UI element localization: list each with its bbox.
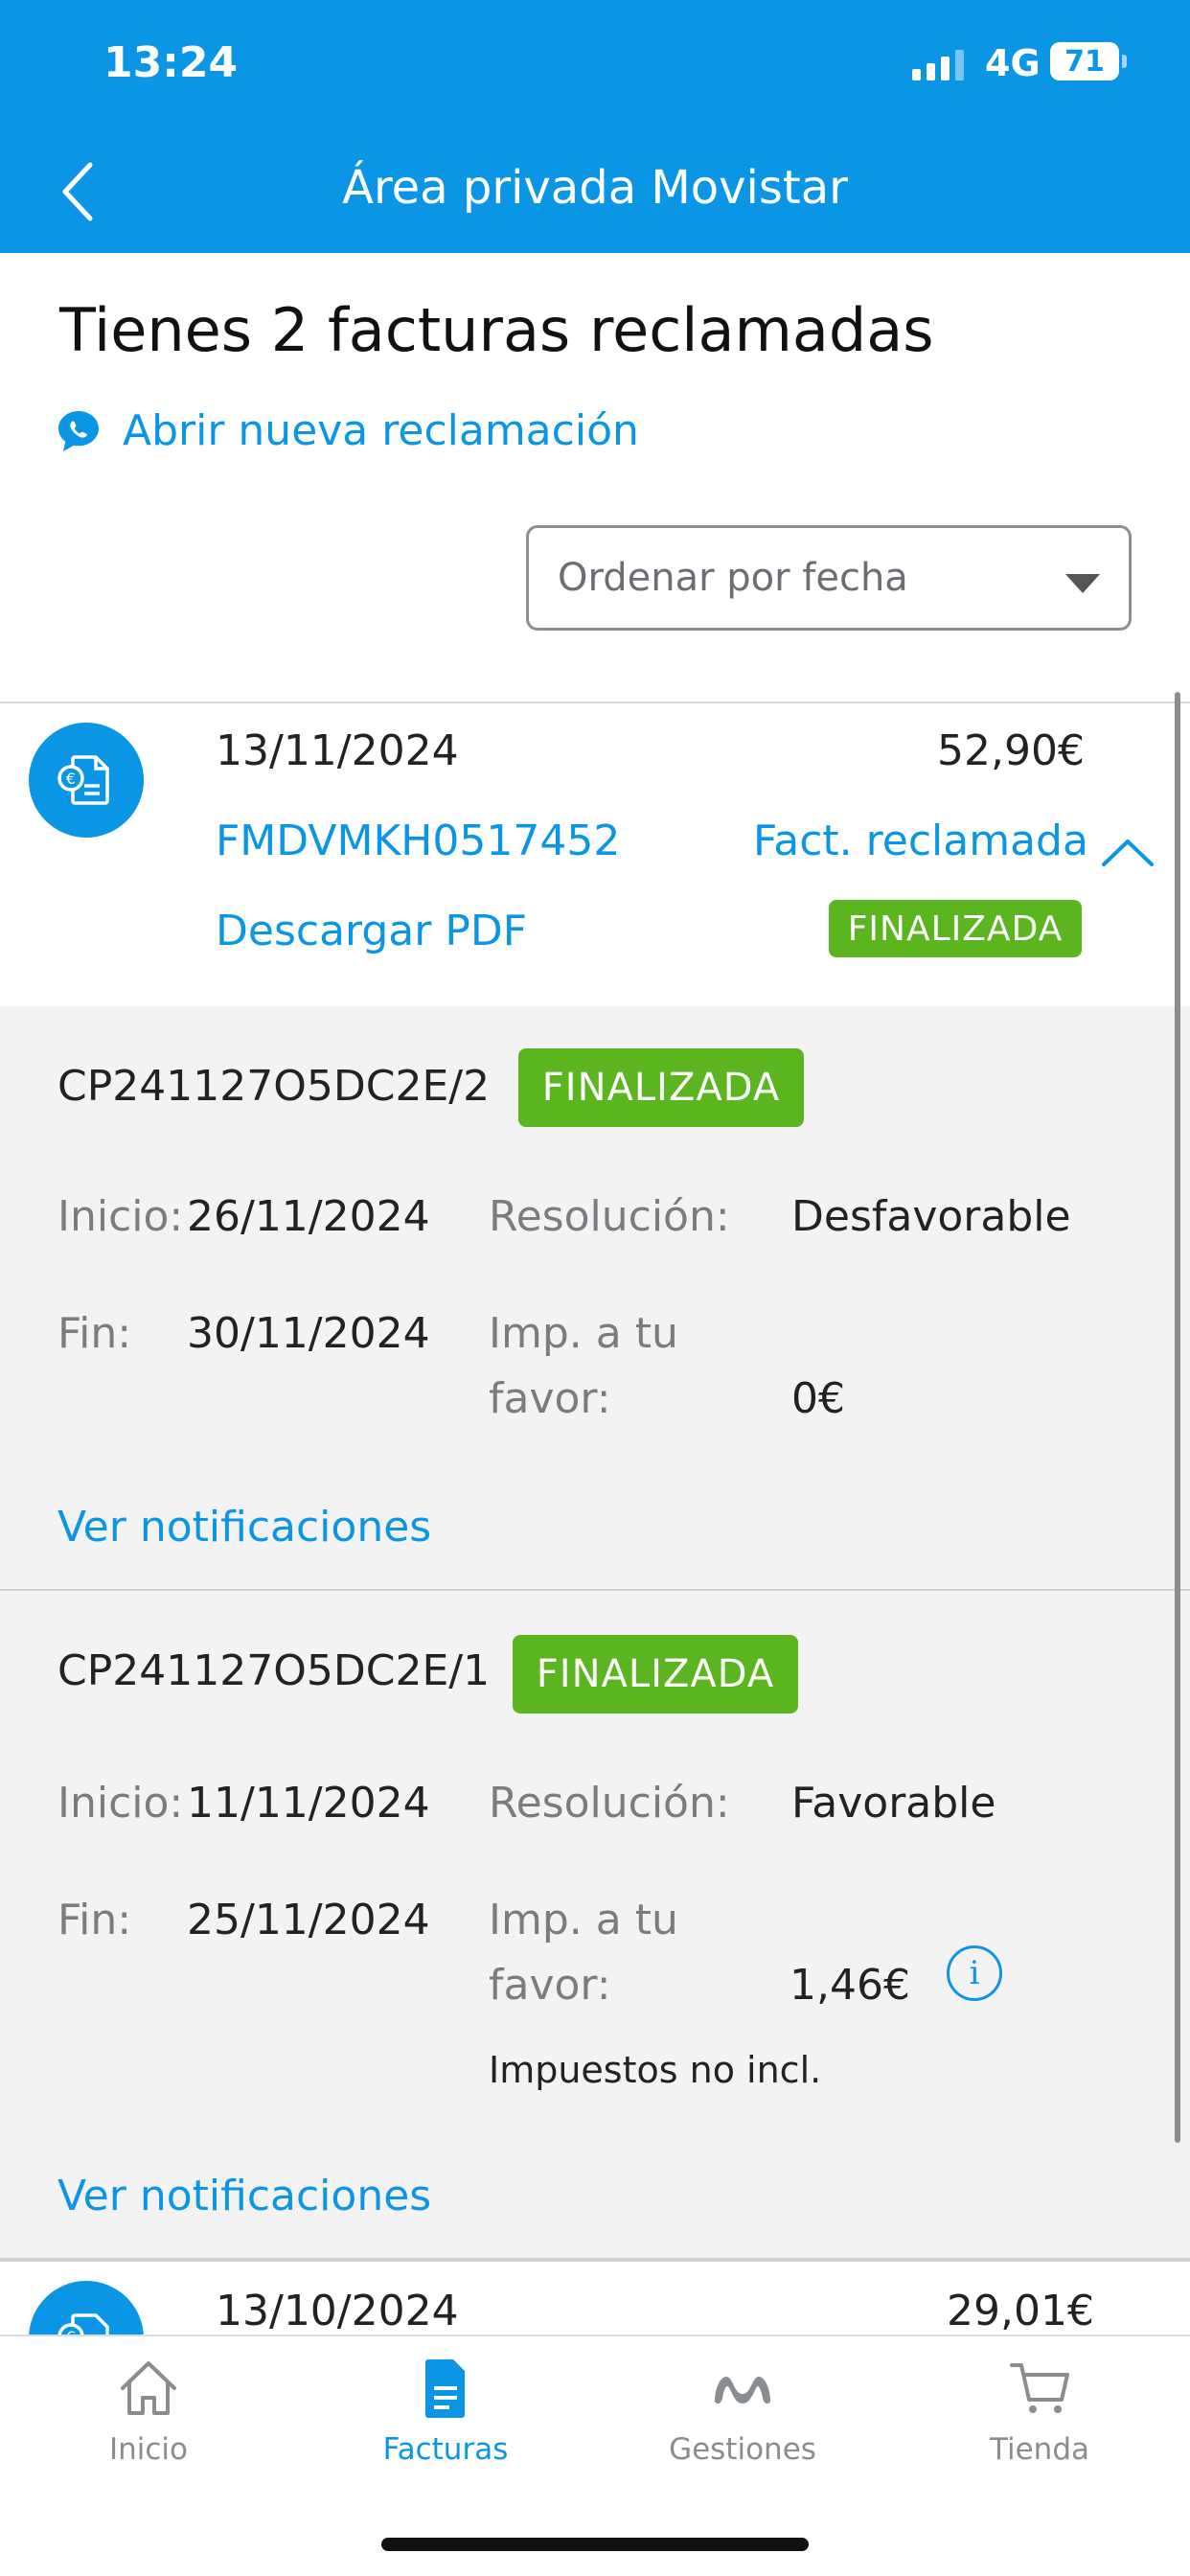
invoice-number-link[interactable]: FMDVMKH0517452 [216,816,620,865]
tab-facturas-label: Facturas [382,2432,509,2467]
tab-gestiones-label: Gestiones [669,2432,816,2467]
amount-label: Imp. a tu [489,1896,678,1944]
resolution-label: Resolución: [489,1779,730,1828]
claims-heading: Tienes 2 facturas reclamadas [59,295,934,365]
end-date: 25/11/2024 [187,1896,430,1944]
home-indicator [381,2538,809,2551]
start-date: 26/11/2024 [187,1192,430,1241]
page-title: Área privada Movistar [342,161,848,215]
tab-gestiones[interactable]: Gestiones [594,2354,891,2467]
tab-tienda[interactable]: Tienda [891,2354,1188,2467]
scrollbar[interactable] [1175,692,1180,2143]
start-date: 11/11/2024 [187,1779,430,1828]
end-date: 30/11/2024 [187,1309,430,1358]
view-notifications-link[interactable]: Ver notificaciones [57,1503,431,1552]
claim-id: CP241127O5DC2E/2 [57,1062,491,1111]
home-icon [121,2361,176,2415]
claimed-invoice-toggle[interactable]: Fact. reclamada [753,816,1088,865]
sort-select-value: Ordenar por fecha [558,556,908,600]
end-label: Fin: [57,1896,132,1944]
movistar-icon [715,2377,770,2404]
signal-icon [912,50,964,80]
invoice-date: 13/10/2024 [216,2287,459,2335]
tax-note: Impuestos no incl. [489,2049,822,2091]
status-badge: FINALIZADA [829,900,1082,957]
invoice-amount: 52,90€ [937,726,1085,775]
invoice-amount: 29,01€ [947,2287,1094,2335]
divider [0,702,1190,703]
amount-label-2: favor: [489,1374,611,1423]
divider [0,2258,1190,2262]
tab-tienda-label: Tienda [990,2432,1089,2467]
info-icon[interactable]: i [947,1945,1002,2001]
claim-id: CP241127O5DC2E/1 [57,1646,491,1695]
chevron-up-icon[interactable] [1100,836,1156,870]
amount-value: 1,46€ [790,1961,910,2010]
tab-inicio-label: Inicio [108,2432,189,2467]
status-badge: FINALIZADA [518,1048,804,1127]
amount-value: 0€ [791,1374,845,1423]
status-time: 13:24 [103,38,239,87]
start-label: Inicio: [57,1192,184,1241]
end-label: Fin: [57,1309,132,1358]
download-pdf-link[interactable]: Descargar PDF [216,907,527,955]
sort-select[interactable]: Ordenar por fecha [526,525,1132,631]
network-type: 4G [985,42,1041,84]
new-claim-link[interactable]: Abrir nueva reclamación [56,406,639,455]
amount-label: Imp. a tu [489,1309,678,1358]
resolution-value: Favorable [791,1779,996,1828]
resolution-value: Desfavorable [791,1192,1071,1241]
svg-text:€: € [66,770,76,788]
cart-icon [1010,2363,1069,2413]
chat-icon [58,410,99,451]
amount-label-2: favor: [489,1961,611,2010]
invoice-icon [425,2359,465,2418]
invoice-euro-icon: € [29,723,144,838]
caret-down-icon [1065,574,1100,593]
tab-inicio[interactable]: Inicio [0,2354,297,2467]
view-notifications-link[interactable]: Ver notificaciones [57,2172,431,2220]
battery-icon: 71 [1050,42,1127,80]
status-badge: FINALIZADA [513,1635,798,1714]
new-claim-label: Abrir nueva reclamación [123,406,639,455]
tab-facturas[interactable]: Facturas [297,2354,594,2467]
start-label: Inicio: [57,1779,184,1828]
resolution-label: Resolución: [489,1192,730,1241]
invoice-date: 13/11/2024 [216,726,459,775]
